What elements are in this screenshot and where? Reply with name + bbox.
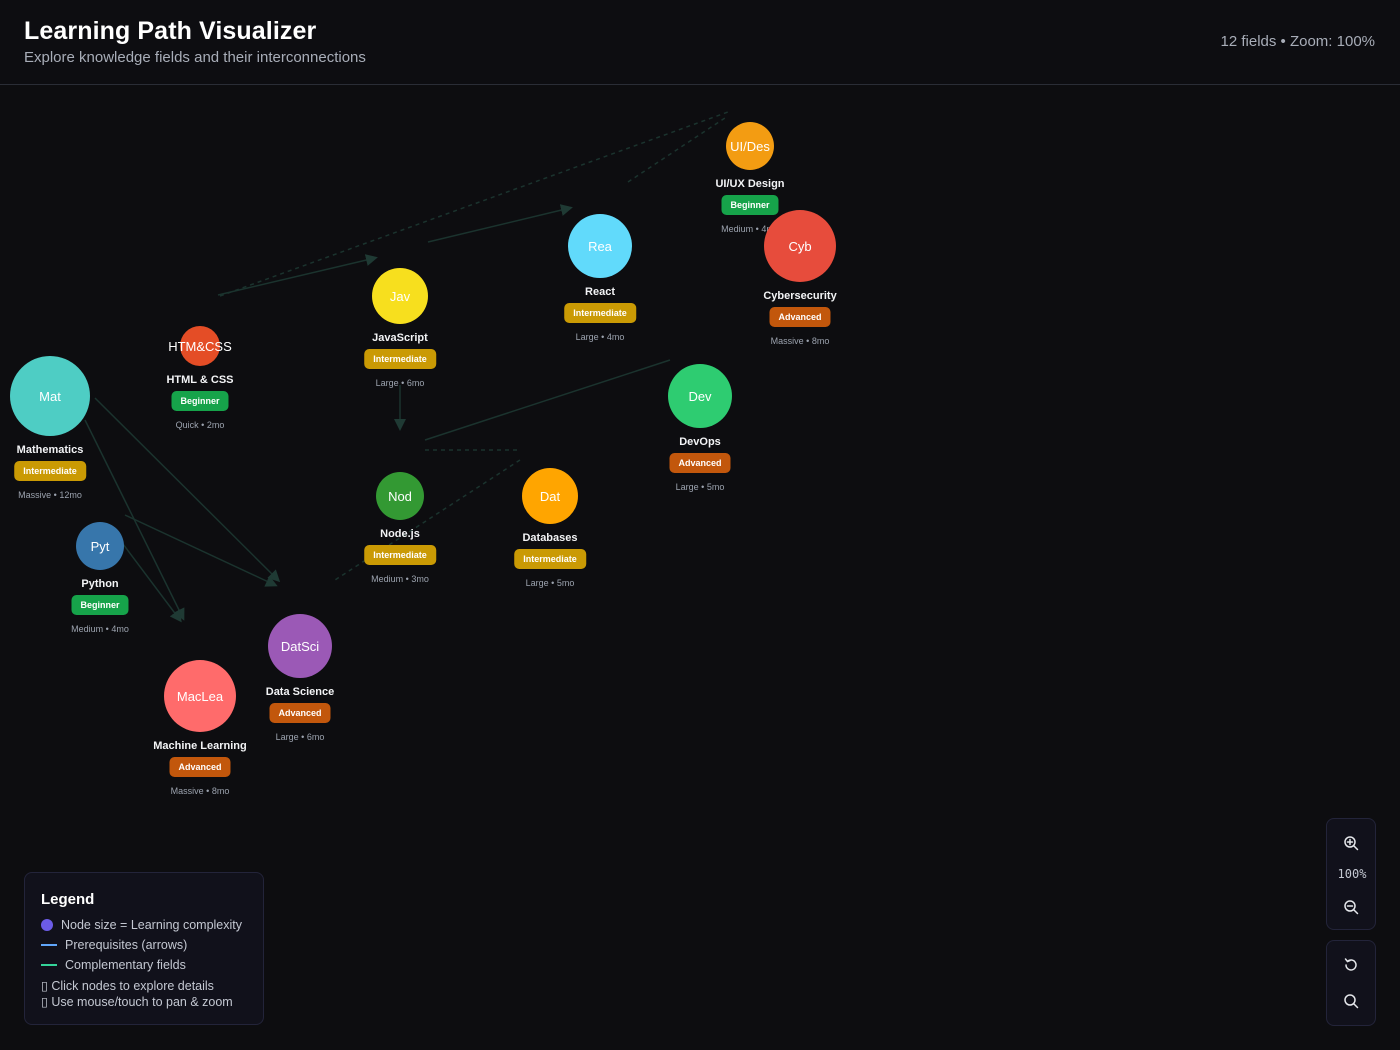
level-badge: Beginner — [71, 595, 129, 615]
node-label: Cybersecurity — [763, 290, 837, 302]
legend-prereq-row: Prerequisites (arrows) — [41, 938, 187, 952]
zoom-out-icon — [1344, 900, 1359, 915]
node-circle[interactable]: UI/Des — [726, 122, 774, 170]
legend-tip-pan: ▯ Use mouse/touch to pan & zoom — [41, 995, 233, 1009]
legend-prereq-text: Prerequisites (arrows) — [65, 938, 188, 952]
node-circle[interactable]: MacLea — [164, 660, 236, 732]
level-badge: Intermediate — [14, 461, 86, 481]
prerequisite-line-icon — [41, 944, 57, 946]
app-header: Learning Path Visualizer Explore knowled… — [0, 0, 1400, 85]
legend-complementary-row: Complementary fields — [41, 958, 186, 972]
node-circle[interactable]: Pyt — [76, 522, 124, 570]
node-meta: Medium • 4mo — [71, 624, 129, 634]
node-label: Python — [81, 578, 119, 590]
reset-view-button[interactable] — [1339, 953, 1363, 977]
level-badge: Beginner — [171, 391, 229, 411]
node-meta: Large • 4mo — [575, 332, 625, 342]
reset-icon — [1344, 958, 1357, 971]
node-label: Data Science — [265, 686, 335, 698]
node-circle[interactable]: Nod — [376, 472, 424, 520]
node-label: JavaScript — [372, 332, 428, 344]
level-badge: Advanced — [669, 453, 731, 473]
node-circle[interactable]: DatSci — [268, 614, 332, 678]
node-meta: Massive • 8mo — [770, 336, 830, 346]
node-meta: Massive • 8mo — [170, 786, 230, 796]
zoom-controls: 100% — [1326, 818, 1376, 930]
level-badge: Intermediate — [364, 349, 436, 369]
node-label: Machine Learning — [153, 740, 247, 752]
complementary-line-icon — [41, 964, 57, 966]
legend-tip-click: ▯ Click nodes to explore details — [41, 979, 214, 993]
page-subtitle: Explore knowledge fields and their inter… — [24, 49, 366, 66]
search-button[interactable] — [1339, 989, 1363, 1013]
zoom-out-button[interactable] — [1339, 895, 1363, 919]
level-badge: Advanced — [269, 703, 331, 723]
node-label: DevOps — [679, 436, 721, 448]
node-label: Node.js — [380, 528, 420, 540]
legend-size-text: Node size = Learning complexity — [61, 918, 242, 932]
node-label: Databases — [522, 532, 578, 544]
search-icon — [1344, 994, 1359, 1009]
level-badge: Beginner — [721, 195, 779, 215]
level-badge: Advanced — [169, 757, 231, 777]
level-badge: Advanced — [769, 307, 831, 327]
node-meta: Large • 6mo — [375, 378, 425, 388]
view-controls — [1326, 940, 1376, 1026]
node-label: UI/UX Design — [715, 178, 785, 190]
zoom-level: 100% — [1337, 867, 1367, 881]
node-meta: Massive • 12mo — [18, 490, 82, 500]
level-badge: Intermediate — [564, 303, 636, 323]
zoom-in-icon — [1344, 836, 1359, 851]
node-meta: Medium • 3mo — [371, 574, 429, 584]
node-circle[interactable]: Cyb — [764, 210, 836, 282]
node-label: HTML & CSS — [166, 374, 234, 386]
zoom-in-button[interactable] — [1339, 831, 1363, 855]
level-badge: Intermediate — [364, 545, 436, 565]
page-title: Learning Path Visualizer — [24, 17, 317, 45]
legend-complementary-text: Complementary fields — [65, 958, 186, 972]
node-label: React — [585, 286, 615, 298]
level-badge: Intermediate — [514, 549, 586, 569]
node-circle[interactable]: Dev — [668, 364, 732, 428]
stats-readout: 12 fields • Zoom: 100% — [1220, 33, 1376, 50]
legend-size-row: Node size = Learning complexity — [41, 918, 242, 932]
node-meta: Quick • 2mo — [175, 420, 225, 430]
node-label: Mathematics — [16, 444, 84, 456]
node-circle[interactable]: Mat — [10, 356, 90, 436]
node-circle[interactable]: Dat — [522, 468, 578, 524]
node-circle[interactable]: HTM&CSS — [168, 326, 232, 366]
legend-title: Legend — [41, 891, 95, 908]
node-circle[interactable]: Rea — [568, 214, 632, 278]
size-dot-icon — [41, 919, 53, 931]
node-meta: Large • 5mo — [675, 482, 725, 492]
legend-panel: Legend Node size = Learning complexity P… — [24, 872, 264, 1025]
node-circle[interactable]: Jav — [372, 268, 428, 324]
node-meta: Large • 5mo — [525, 578, 575, 588]
